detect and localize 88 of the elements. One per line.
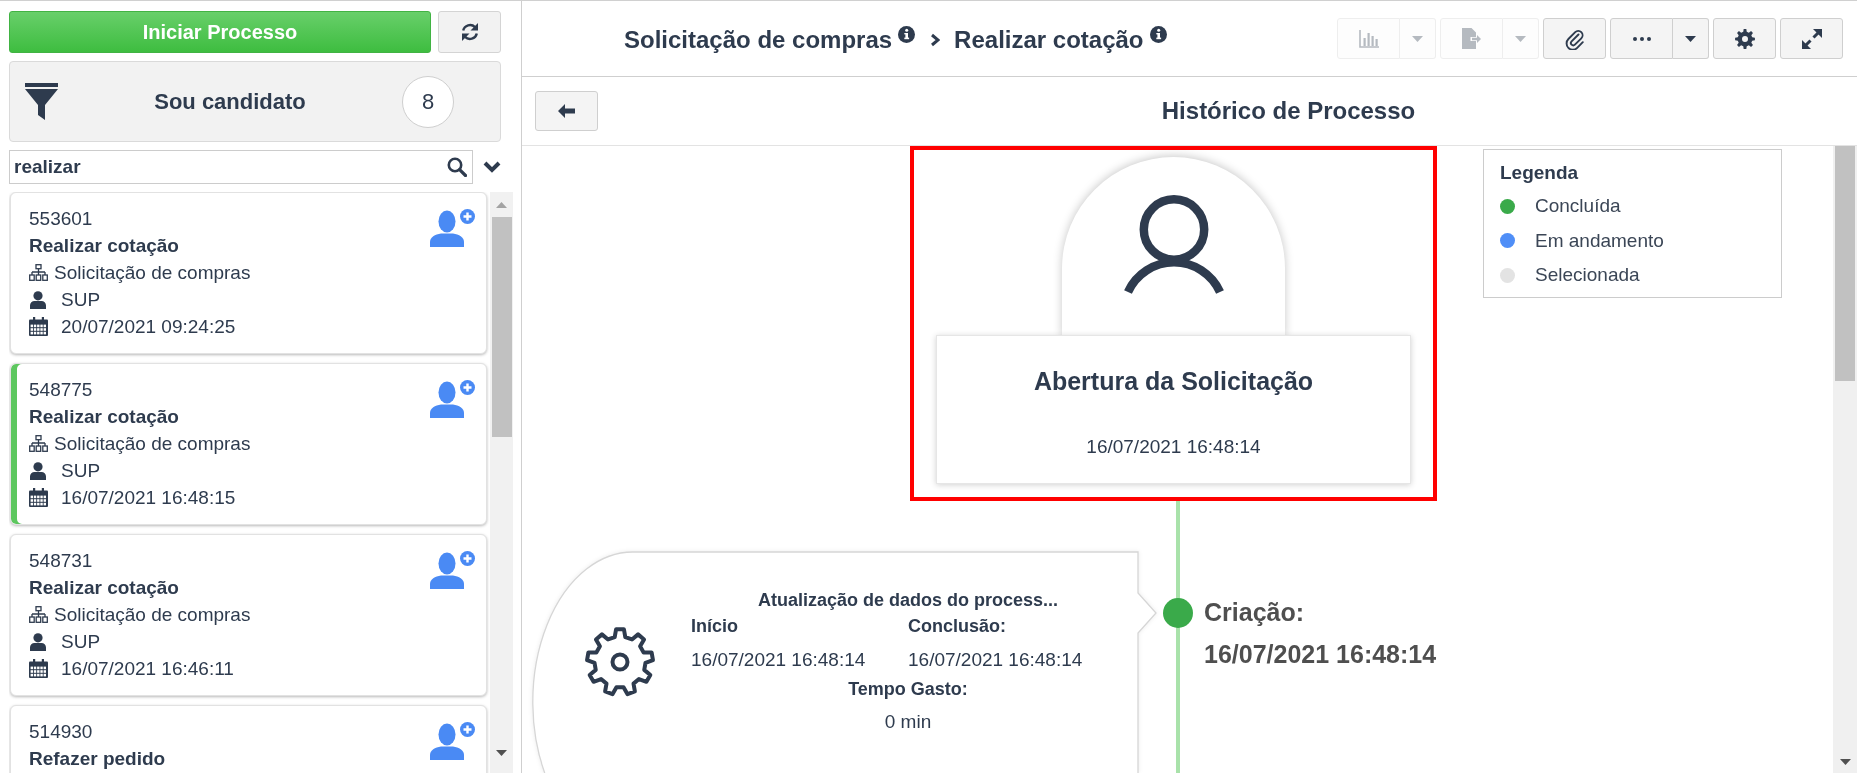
search-icon[interactable]	[447, 157, 467, 177]
user-name: SUP	[61, 630, 101, 654]
task-title: Realizar cotação	[29, 405, 179, 429]
expand-button[interactable]	[1780, 18, 1843, 59]
breadcrumb-item: Realizar cotação	[954, 24, 1144, 55]
person-plus-icon[interactable]	[430, 551, 475, 589]
scrollbar[interactable]	[490, 192, 513, 773]
legend-label: Selecionada	[1535, 264, 1640, 287]
search-field[interactable]: realizar	[9, 150, 473, 184]
info-icon[interactable]	[1149, 26, 1167, 43]
process-name: Solicitação de compras	[54, 432, 251, 456]
paperclip-icon	[1565, 27, 1584, 50]
activity-title: Atualização de dados do process...	[757, 589, 1059, 612]
task-title: Realizar cotação	[29, 576, 179, 600]
event-label: Criação:	[1204, 597, 1305, 627]
settings-button[interactable]	[1713, 18, 1776, 59]
process-node[interactable]: Abertura da Solicitação 16/07/2021 16:48:14	[910, 146, 1437, 501]
process-name: Solicitação de compras	[54, 603, 251, 627]
caret-down-icon	[1515, 35, 1526, 42]
sitemap-icon	[29, 435, 48, 452]
legend-label: Concluída	[1535, 195, 1621, 218]
node-title: Abertura da Solicitação	[1033, 367, 1314, 395]
scrollbar-thumb[interactable]	[1835, 146, 1855, 381]
task-card[interactable]: 514930 Refazer pedido	[10, 705, 487, 773]
user-name: SUP	[61, 288, 101, 312]
filter-selector[interactable]: Sou candidato 8	[9, 61, 501, 142]
user-name: SUP	[61, 459, 101, 483]
page-title: Histórico de Processo	[1161, 96, 1416, 126]
sitemap-icon	[29, 606, 48, 623]
process-name: Solicitação de compras	[54, 261, 251, 285]
calendar-icon	[29, 659, 48, 678]
user-icon	[30, 290, 46, 309]
start-label: Início	[691, 615, 738, 638]
scrollbar-thumb[interactable]	[491, 217, 512, 437]
task-title: Realizar cotação	[29, 234, 179, 258]
task-card[interactable]: 548731 Realizar cotação Solicitação de compras SUP 16/07/2021 16:46:11	[10, 534, 487, 696]
caret-down-icon[interactable]	[496, 750, 507, 756]
attach-button[interactable]	[1543, 18, 1606, 59]
ellipsis-icon	[1632, 36, 1651, 41]
count-badge: 8	[402, 75, 454, 128]
scrollbar[interactable]	[1833, 146, 1857, 773]
sitemap-icon	[29, 264, 48, 281]
task-date: 20/07/2021 09:24:25	[61, 315, 236, 339]
arrow-left-icon	[558, 104, 575, 118]
filter-icon	[25, 83, 58, 120]
task-card[interactable]: 553601 Realizar cotação Solicitação de compras SUP 20/07/2021 09:24:25	[10, 192, 487, 354]
chevron-right-icon	[930, 32, 941, 47]
caret-down-icon[interactable]	[1839, 759, 1851, 765]
dropdown-button[interactable]	[1673, 18, 1709, 59]
caret-down-icon	[1412, 35, 1423, 42]
refresh-button[interactable]	[438, 11, 501, 53]
breadcrumb-item: Solicitação de compras	[624, 24, 893, 55]
caret-up-icon[interactable]	[496, 202, 507, 208]
settings-icon	[1734, 28, 1755, 49]
start-time: 16/07/2021 16:48:14	[691, 648, 866, 672]
calendar-icon	[29, 317, 48, 336]
refresh-icon	[459, 22, 480, 42]
legend-label: Em andamento	[1535, 229, 1664, 252]
task-id: 553601	[29, 207, 93, 231]
info-icon[interactable]	[898, 26, 916, 43]
calendar-icon	[29, 488, 48, 507]
end-time: 16/07/2021 16:48:14	[908, 648, 1083, 672]
gear-icon	[583, 626, 657, 698]
task-title: Refazer pedido	[29, 747, 166, 771]
task-id: 548775	[29, 378, 93, 402]
duration-label: Tempo Gasto:	[848, 678, 968, 701]
task-id: 514930	[29, 720, 93, 744]
task-date: 16/07/2021 16:46:11	[61, 657, 234, 681]
person-plus-icon[interactable]	[430, 722, 475, 760]
user-icon	[30, 461, 46, 480]
task-card[interactable]: 548775 Realizar cotação Solicitação de compras SUP 16/07/2021 16:48:15	[10, 363, 487, 525]
end-label: Conclusão:	[908, 615, 1006, 638]
chevron-down-icon[interactable]	[483, 161, 501, 173]
file-export-icon	[1462, 28, 1481, 49]
task-date: 16/07/2021 16:48:15	[61, 486, 236, 510]
user-icon	[30, 632, 46, 651]
duration-value: 0 min	[884, 710, 932, 734]
caret-down-icon	[1685, 35, 1696, 42]
event-date: 16/07/2021 16:48:14	[1204, 639, 1437, 669]
node-date: 16/07/2021 16:48:14	[1086, 435, 1261, 459]
timeline-card[interactable]: Atualização de dados do process... Início Conclusão: 16/07/2021 16:48:14 16/07/2021 16:48:14 Tempo Gasto: 0 min	[532, 551, 1158, 773]
person-plus-icon[interactable]	[430, 209, 475, 247]
task-id: 548731	[29, 549, 93, 573]
bar-chart-icon	[1358, 29, 1379, 48]
expand-icon	[1801, 28, 1822, 49]
back-button[interactable]	[535, 91, 598, 131]
person-plus-icon[interactable]	[430, 380, 475, 418]
legend-title: Legenda	[1500, 161, 1580, 185]
